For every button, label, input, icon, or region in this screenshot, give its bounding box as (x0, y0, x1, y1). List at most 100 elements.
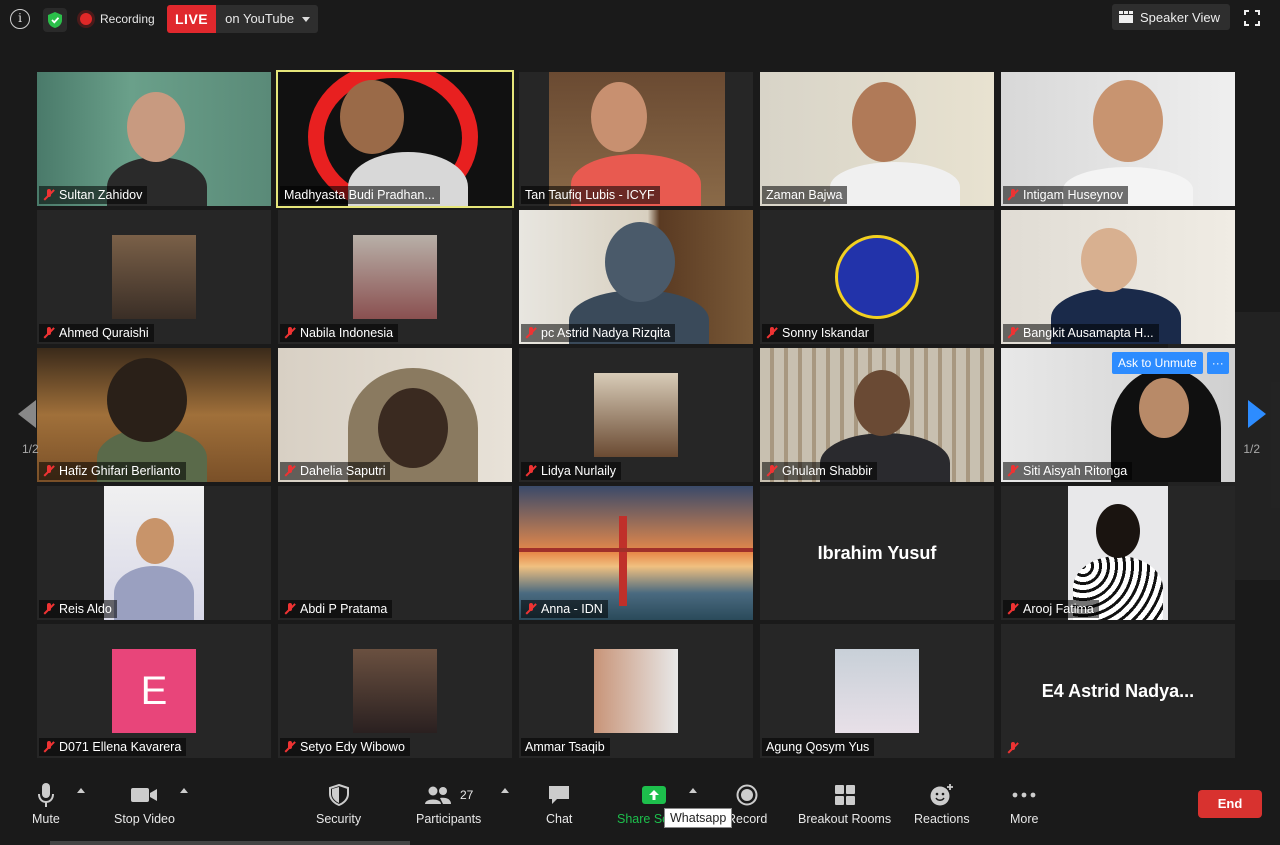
participants-icon (424, 786, 451, 804)
participant-name-label: Arooj Fatima (1003, 600, 1099, 618)
breakout-rooms-icon (834, 785, 855, 805)
chat-bubble-icon (549, 786, 570, 804)
participants-button[interactable]: 27 Participants (416, 782, 481, 826)
reactions-button[interactable]: Reactions (914, 782, 970, 826)
tooltip: Whatsapp (664, 808, 733, 828)
chevron-down-icon (302, 16, 311, 22)
top-bar: i Recording LIVE on YouTube Speaker View (0, 0, 1280, 40)
mic-muted-icon (284, 465, 296, 477)
participant-tile[interactable]: Sultan Zahidov (37, 72, 271, 206)
participant-name-label: Abdi P Pratama (280, 600, 393, 618)
participant-tile[interactable]: Ibrahim Yusuf (760, 486, 994, 620)
participant-tile[interactable]: Zaman Bajwa (760, 72, 994, 206)
mic-muted-icon (43, 189, 55, 201)
participant-tile[interactable]: Dahelia Saputri (278, 348, 512, 482)
mic-muted-icon (525, 603, 537, 615)
mic-muted-icon (284, 327, 296, 339)
chat-button[interactable]: Chat (546, 782, 572, 826)
stop-video-button[interactable]: Stop Video (114, 782, 175, 826)
participant-name-label: Hafiz Ghifari Berlianto (39, 462, 186, 480)
participant-tile[interactable]: Intigam Huseynov (1001, 72, 1235, 206)
mic-muted-icon (1007, 742, 1019, 754)
participant-tile[interactable]: Arooj Fatima (1001, 486, 1235, 620)
live-badge: LIVE (167, 5, 217, 33)
audio-options-chevron-icon[interactable] (77, 788, 85, 793)
participant-tile[interactable]: Sonny Iskandar (760, 210, 994, 344)
mute-button[interactable]: Mute (32, 782, 60, 826)
stop-video-label: Stop Video (114, 812, 175, 826)
ask-to-unmute-button[interactable]: Ask to Unmute (1112, 352, 1203, 374)
record-button[interactable]: Record (727, 782, 767, 826)
speaker-view-button[interactable]: Speaker View (1112, 4, 1230, 30)
share-options-chevron-icon[interactable] (689, 788, 697, 793)
mic-muted-icon (1007, 603, 1019, 615)
participant-tile[interactable]: E4 Astrid Nadya... (1001, 624, 1235, 758)
recording-dot-icon (80, 13, 92, 25)
participant-tile[interactable]: Ghulam Shabbir (760, 348, 994, 482)
participant-tile-active-speaker[interactable]: Madhyasta Budi Pradhan... (276, 70, 514, 208)
mic-muted-icon (525, 327, 537, 339)
fullscreen-icon[interactable] (1244, 10, 1260, 26)
more-button[interactable]: More (1010, 782, 1038, 826)
mic-muted-icon (1007, 465, 1019, 477)
breakout-rooms-button[interactable]: Breakout Rooms (798, 782, 891, 826)
participant-photo (353, 235, 437, 319)
video-camera-icon (131, 788, 158, 802)
participant-tile[interactable]: Hafiz Ghifari Berlianto (37, 348, 271, 482)
participant-tile[interactable]: Nabila Indonesia (278, 210, 512, 344)
info-icon[interactable]: i (10, 9, 30, 29)
recording-indicator[interactable]: Recording (80, 10, 155, 28)
participant-photo (594, 373, 678, 457)
participant-photo (594, 649, 678, 733)
participant-hover-actions: Ask to Unmute ··· (1112, 352, 1229, 374)
breakout-rooms-label: Breakout Rooms (798, 812, 892, 826)
mic-muted-icon (1007, 189, 1019, 201)
mic-muted-icon (525, 465, 537, 477)
video-options-chevron-icon[interactable] (180, 788, 188, 793)
participant-tile[interactable]: Setyo Edy Wibowo (278, 624, 512, 758)
reactions-label: Reactions (914, 812, 970, 826)
zoom-meeting-window: i Recording LIVE on YouTube Speaker View (0, 0, 1280, 845)
participant-tile[interactable]: Ahmed Quraishi (37, 210, 271, 344)
smiley-plus-icon (930, 784, 953, 806)
page-indicator: 1/2 (22, 442, 39, 456)
record-icon (736, 784, 758, 806)
participant-tile[interactable]: Bangkit Ausamapta H... (1001, 210, 1235, 344)
participant-tile[interactable]: Anna - IDN (519, 486, 753, 620)
participant-photo (104, 486, 204, 620)
previous-page-nav[interactable]: 1/2 (0, 370, 60, 480)
live-stream-control[interactable]: LIVE on YouTube (167, 5, 319, 33)
end-meeting-button[interactable]: End (1198, 790, 1262, 818)
grid-view-icon (1119, 11, 1134, 23)
shield-icon (328, 784, 349, 806)
participant-tile[interactable]: pc Astrid Nadya Rizqita (519, 210, 753, 344)
participant-name-label: Anna - IDN (521, 600, 608, 618)
participant-name-display: E4 Astrid Nadya... (1041, 680, 1195, 701)
next-page-nav[interactable]: 1/2 (1220, 370, 1280, 480)
mute-label: Mute (32, 812, 60, 826)
participant-tile[interactable]: Ammar Tsaqib (519, 624, 753, 758)
speaker-view-label: Speaker View (1140, 9, 1220, 25)
participant-avatar-initial: E (112, 649, 196, 733)
participant-mute-indicator (1003, 740, 1024, 756)
participant-tile[interactable]: Agung Qosym Yus (760, 624, 994, 758)
encryption-shield-icon[interactable] (43, 8, 67, 32)
stream-target-label: on YouTube (225, 11, 295, 26)
participant-tile[interactable]: Tan Taufiq Lubis - ICYF (519, 72, 753, 206)
participant-name-label: Sultan Zahidov (39, 186, 148, 204)
participant-photo (835, 235, 919, 319)
participant-tile[interactable]: Abdi P Pratama (278, 486, 512, 620)
participant-photo (835, 649, 919, 733)
participant-photo (112, 235, 196, 319)
stream-target-dropdown[interactable]: on YouTube (216, 5, 319, 33)
meeting-toolbar: Mute Stop Video Security 27 Participants… (0, 770, 1280, 845)
share-screen-button[interactable]: Share Sc (617, 782, 668, 826)
mic-muted-icon (284, 603, 296, 615)
security-button[interactable]: Security (316, 782, 361, 826)
participant-name-label: Tan Taufiq Lubis - ICYF (521, 186, 660, 204)
participant-tile[interactable]: Lidya Nurlaily (519, 348, 753, 482)
microphone-icon (37, 783, 54, 807)
participant-tile[interactable]: Reis Aldo (37, 486, 271, 620)
participant-tile[interactable]: E D071 Ellena Kavarera (37, 624, 271, 758)
participants-options-chevron-icon[interactable] (501, 788, 509, 793)
